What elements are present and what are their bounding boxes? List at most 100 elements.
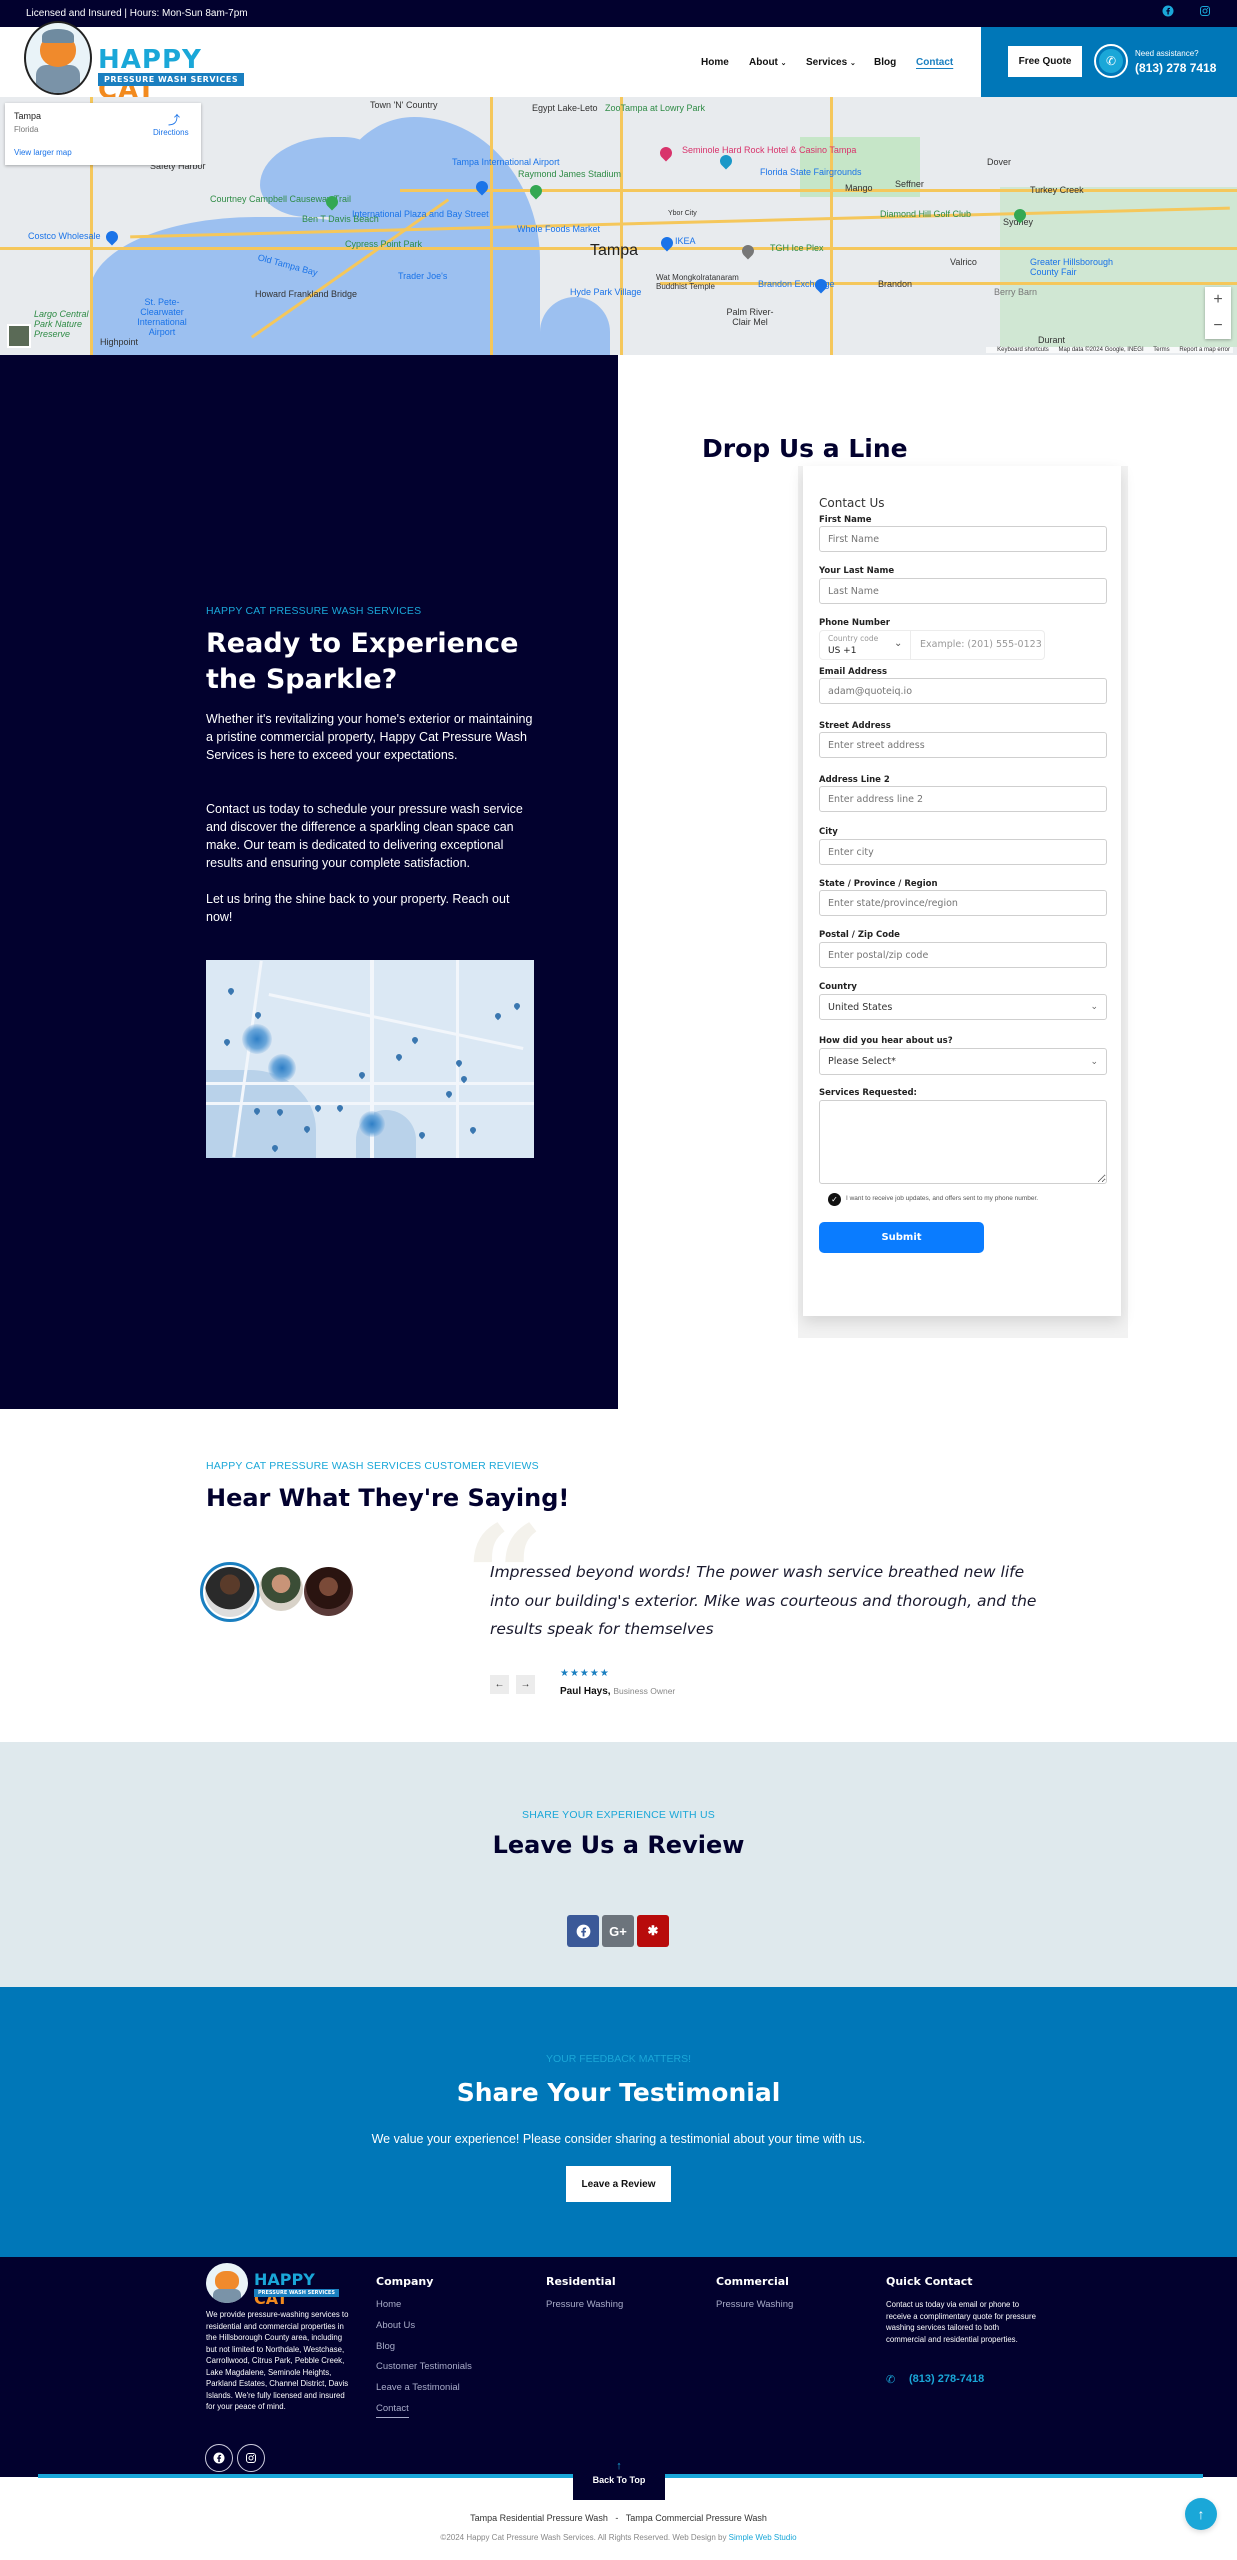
author-role: Business Owner bbox=[613, 1686, 676, 1696]
footer-link-contact[interactable]: Contact bbox=[376, 2403, 409, 2418]
rating-stars: ★★★★★ bbox=[560, 1668, 610, 1679]
leave-review-button[interactable]: Leave a Review bbox=[566, 2166, 671, 2202]
map-label: IKEA bbox=[675, 236, 696, 246]
address-line-2-input[interactable] bbox=[819, 786, 1107, 812]
map-label: Greater Hillsborough County Fair bbox=[1030, 257, 1114, 277]
yelp-review-button[interactable]: ✱ bbox=[637, 1915, 669, 1947]
footer-description: We provide pressure-washing services to … bbox=[206, 2310, 349, 2411]
footer-facebook-button[interactable] bbox=[205, 2444, 233, 2472]
facebook-review-button[interactable] bbox=[567, 1915, 599, 1947]
footer-link-leave-testimonial[interactable]: Leave a Testimonial bbox=[376, 2382, 460, 2393]
map-label: Wat Mongkolratanaram Buddhist Temple bbox=[656, 273, 739, 291]
footer-link-testimonials[interactable]: Customer Testimonials bbox=[376, 2361, 472, 2372]
next-testimonial-button[interactable]: → bbox=[516, 1675, 535, 1694]
submit-button[interactable]: Submit bbox=[819, 1222, 984, 1253]
map-label: Town 'N' Country bbox=[370, 100, 438, 110]
referral-select[interactable]: Please Select* ⌄ bbox=[819, 1048, 1107, 1075]
back-to-top-label: Back To Top bbox=[592, 2475, 646, 2485]
state-input[interactable] bbox=[819, 890, 1107, 916]
nav-home[interactable]: Home bbox=[701, 57, 729, 68]
directions-icon[interactable]: ⤴ bbox=[168, 111, 180, 128]
map-footer-link[interactable]: Report a map error bbox=[1179, 347, 1230, 353]
consent-checkbox[interactable]: ✓ bbox=[828, 1193, 841, 1206]
back-to-top-button[interactable]: ↑ Back To Top bbox=[573, 2456, 665, 2500]
footer-link-commercial-pressure-washing[interactable]: Pressure Washing bbox=[716, 2299, 793, 2310]
top-bar: Licensed and Insured | Hours: Mon-Sun 8a… bbox=[0, 0, 1237, 27]
footer-link-home[interactable]: Home bbox=[376, 2299, 401, 2310]
reviewer-avatar[interactable] bbox=[259, 1567, 303, 1611]
prev-testimonial-button[interactable]: ← bbox=[490, 1675, 509, 1694]
footer-link-blog[interactable]: Blog bbox=[376, 2341, 395, 2352]
directions-link[interactable]: Directions bbox=[153, 128, 189, 137]
fairgrounds-pin-icon[interactable] bbox=[717, 152, 735, 170]
first-name-input[interactable] bbox=[819, 526, 1107, 552]
last-name-input[interactable] bbox=[819, 578, 1107, 604]
nav-about[interactable]: About ⌄ bbox=[749, 57, 787, 68]
referral-select-value: Please Select* bbox=[828, 1056, 896, 1067]
nav-blog[interactable]: Blog bbox=[874, 57, 896, 68]
first-name-label: First Name bbox=[819, 515, 872, 525]
footer-logo[interactable]: HAPPY CAT PRESSURE WASH SERVICES bbox=[206, 2261, 352, 2308]
bottom-link-commercial[interactable]: Tampa Commercial Pressure Wash bbox=[626, 2513, 767, 2523]
state-label: State / Province / Region bbox=[819, 879, 938, 889]
free-quote-button[interactable]: Free Quote bbox=[1008, 46, 1082, 77]
casino-pin-icon[interactable] bbox=[657, 144, 675, 162]
country-code-select[interactable]: Country code US +1 ⌄ bbox=[820, 631, 911, 659]
map-footer-link[interactable]: Terms bbox=[1153, 347, 1169, 353]
map-road bbox=[830, 97, 833, 355]
map-water bbox=[260, 137, 380, 217]
form-section-title: Drop Us a Line bbox=[702, 434, 908, 463]
map-footer-link[interactable]: Keyboard shortcuts bbox=[997, 347, 1049, 353]
map-label: Trader Joe's bbox=[398, 271, 448, 281]
temple-pin-icon[interactable] bbox=[739, 242, 757, 260]
shop-pin-icon[interactable] bbox=[103, 228, 121, 246]
footer-instagram-button[interactable] bbox=[237, 2444, 265, 2472]
map-label: Raymond James Stadium bbox=[518, 169, 622, 179]
form-card-title: Contact Us bbox=[819, 496, 885, 510]
header-phone-number[interactable]: (813) 278 7418 bbox=[1135, 61, 1216, 75]
bottom-link-separator: - bbox=[615, 2513, 619, 2523]
reviewer-avatar-active[interactable] bbox=[200, 1562, 260, 1622]
phone-input[interactable]: Example: (201) 555-0123 bbox=[920, 639, 1042, 650]
footer-brand-tagline: PRESSURE WASH SERVICES bbox=[254, 2289, 339, 2297]
map-footer-link: Map data ©2024 Google, INEGI bbox=[1058, 347, 1144, 353]
google-map[interactable]: Town 'N' Country Egypt Lake-Leto ZooTamp… bbox=[0, 97, 1237, 355]
chevron-down-icon: ⌄ bbox=[1090, 1002, 1098, 1012]
stadium-pin-icon[interactable] bbox=[527, 182, 545, 200]
google-plus-review-button[interactable]: G+ bbox=[602, 1915, 634, 1947]
phone-button[interactable]: ✆ bbox=[1094, 44, 1128, 78]
zoom-in-button[interactable]: + bbox=[1205, 287, 1231, 313]
map-label: St. Pete-Clearwater International Airpor… bbox=[137, 297, 187, 337]
scroll-to-top-button[interactable]: ↑ bbox=[1185, 2498, 1217, 2530]
country-select[interactable]: United States ⌄ bbox=[819, 994, 1107, 1020]
postal-code-input[interactable] bbox=[819, 942, 1107, 968]
contact-form: Contact Us First Name Your Last Name Pho… bbox=[803, 466, 1121, 1316]
services-requested-label: Services Requested: bbox=[819, 1088, 917, 1098]
map-label: Largo Central Park Nature Preserve bbox=[34, 309, 89, 339]
zoom-out-button[interactable]: − bbox=[1205, 313, 1231, 339]
email-input[interactable] bbox=[819, 678, 1107, 704]
view-larger-map-link[interactable]: View larger map bbox=[14, 148, 72, 157]
footer-link-residential-pressure-washing[interactable]: Pressure Washing bbox=[546, 2299, 623, 2310]
designer-link[interactable]: Simple Web Studio bbox=[729, 2533, 797, 2542]
logo[interactable]: HAPPY CAT PRESSURE WASH SERVICES bbox=[24, 21, 254, 105]
contact-paragraph: Contact us today to schedule your pressu… bbox=[206, 802, 523, 870]
reviewer-avatar[interactable] bbox=[304, 1567, 353, 1616]
city-input[interactable] bbox=[819, 839, 1107, 865]
street-address-input[interactable] bbox=[819, 732, 1107, 758]
satellite-toggle[interactable] bbox=[7, 324, 31, 348]
author-name: Paul Hays, bbox=[560, 1686, 611, 1697]
bottom-link-residential[interactable]: Tampa Residential Pressure Wash bbox=[470, 2513, 608, 2523]
footer-link-about[interactable]: About Us bbox=[376, 2320, 415, 2331]
map-label: Tampa International Airport bbox=[452, 157, 560, 167]
facebook-icon[interactable] bbox=[1160, 5, 1176, 21]
footer-phone-number[interactable]: (813) 278-7418 bbox=[909, 2373, 984, 2385]
services-requested-textarea[interactable] bbox=[819, 1100, 1107, 1184]
phone-icon: ✆ bbox=[1099, 49, 1123, 73]
nav-contact[interactable]: Contact bbox=[916, 57, 953, 68]
map-label: Highpoint bbox=[100, 337, 139, 347]
service-area-map-image bbox=[206, 960, 534, 1158]
instagram-icon[interactable] bbox=[1197, 5, 1213, 21]
nav-services[interactable]: Services ⌄ bbox=[806, 57, 856, 68]
map-label: Berry Barn bbox=[994, 287, 1038, 297]
